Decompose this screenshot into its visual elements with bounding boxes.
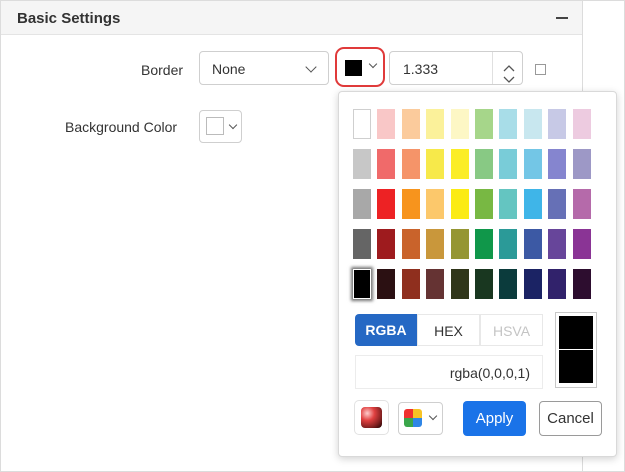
panel-header[interactable]: Basic Settings: [1, 1, 582, 35]
background-color-label: Background Color: [65, 119, 178, 135]
palette-swatch[interactable]: [572, 229, 591, 259]
palette-swatch[interactable]: [572, 189, 591, 219]
palette-swatch[interactable]: [401, 229, 420, 259]
tab-hsva: HSVA: [480, 314, 543, 346]
palette-swatch[interactable]: [450, 269, 469, 299]
palette-swatch[interactable]: [450, 229, 469, 259]
palette-swatch[interactable]: [353, 269, 371, 299]
palette-swatch[interactable]: [499, 269, 518, 299]
palette-swatch[interactable]: [401, 189, 420, 219]
background-color-swatch: [206, 117, 224, 135]
palette-swatch[interactable]: [499, 149, 518, 179]
palette-swatch[interactable]: [401, 269, 420, 299]
palette-swatch[interactable]: [523, 269, 542, 299]
palette-swatch[interactable]: [572, 109, 591, 139]
palette-swatch[interactable]: [475, 149, 493, 179]
palette-swatch[interactable]: [377, 109, 396, 139]
spin-down-icon[interactable]: [503, 71, 515, 89]
background-color-button[interactable]: [199, 110, 242, 143]
palette-swatch[interactable]: [572, 269, 591, 299]
color-value-text: rgba(0,0,0,1): [449, 365, 530, 381]
border-color-button[interactable]: [335, 47, 385, 87]
border-label: Border: [141, 62, 184, 78]
palette-swatch[interactable]: [377, 269, 396, 299]
border-color-swatch: [345, 60, 362, 76]
palette-swatch[interactable]: [353, 189, 371, 219]
gradient-picker-icon: [361, 407, 382, 428]
collapse-icon[interactable]: [556, 17, 568, 19]
border-width-value: 1.333: [403, 61, 439, 77]
border-checkbox[interactable]: [535, 64, 546, 75]
palette-swatch[interactable]: [401, 109, 420, 139]
palette-swatch[interactable]: [523, 109, 542, 139]
palette-swatch[interactable]: [450, 109, 469, 139]
current-color-preview: [559, 350, 593, 383]
palette-swatch[interactable]: [572, 149, 591, 179]
border-style-value: None: [212, 61, 246, 77]
palette-swatch[interactable]: [353, 149, 371, 179]
palette-swatch[interactable]: [450, 189, 469, 219]
palette-swatch[interactable]: [377, 189, 396, 219]
palette-swatch[interactable]: [426, 229, 445, 259]
color-preview: [555, 312, 597, 388]
chevron-down-icon: [228, 120, 238, 130]
apply-button[interactable]: Apply: [463, 401, 526, 436]
palette-swatch[interactable]: [548, 189, 567, 219]
cancel-button[interactable]: Cancel: [539, 401, 602, 436]
palette-swatch[interactable]: [548, 149, 567, 179]
chevron-down-icon: [305, 61, 317, 73]
palette-swatch[interactable]: [548, 229, 567, 259]
palette-swatch[interactable]: [548, 109, 567, 139]
color-mode-tabs: RGBA HEX HSVA: [355, 314, 543, 346]
border-style-dropdown[interactable]: None: [199, 51, 329, 85]
palette-swatch[interactable]: [401, 149, 420, 179]
tab-hex[interactable]: HEX: [417, 314, 480, 346]
palette-swatch[interactable]: [548, 269, 567, 299]
palette-swatch[interactable]: [475, 269, 493, 299]
palette-mode-dropdown[interactable]: [398, 402, 443, 435]
palette-swatch[interactable]: [426, 189, 445, 219]
palette-swatch[interactable]: [426, 109, 445, 139]
palette-swatch[interactable]: [523, 189, 542, 219]
palette-swatch[interactable]: [475, 229, 493, 259]
panel-title: Basic Settings: [17, 10, 121, 27]
palette-swatch[interactable]: [523, 229, 542, 259]
palette-swatch[interactable]: [475, 189, 493, 219]
palette-swatch[interactable]: [499, 229, 518, 259]
palette-swatch[interactable]: [377, 229, 396, 259]
tab-rgba[interactable]: RGBA: [355, 314, 417, 346]
palette-swatch[interactable]: [450, 149, 469, 179]
palette-swatch[interactable]: [523, 149, 542, 179]
new-color-preview: [559, 316, 593, 349]
spin-divider: [492, 52, 493, 84]
palette-swatch[interactable]: [426, 269, 445, 299]
palette-swatch[interactable]: [426, 149, 445, 179]
border-width-input[interactable]: 1.333: [389, 51, 523, 85]
chevron-down-icon: [428, 411, 438, 421]
picker-mode-button[interactable]: [355, 401, 388, 434]
chevron-down-icon: [368, 59, 378, 69]
palette-swatch[interactable]: [353, 229, 371, 259]
palette-swatch[interactable]: [475, 109, 493, 139]
color-value-input[interactable]: rgba(0,0,0,1): [355, 355, 543, 389]
palette-swatch[interactable]: [377, 149, 396, 179]
palette-swatch[interactable]: [499, 109, 518, 139]
palette-swatch[interactable]: [499, 189, 518, 219]
palette-swatch[interactable]: [353, 109, 371, 139]
